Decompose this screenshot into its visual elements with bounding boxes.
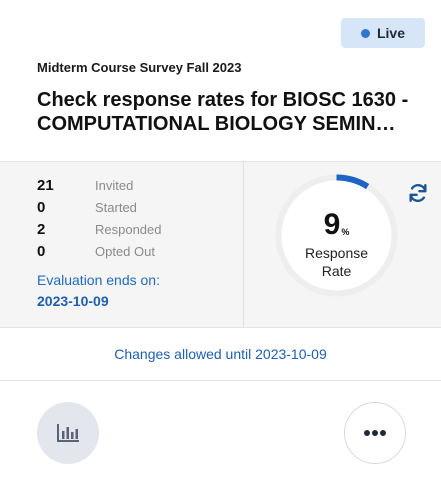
stats-panel: 21 Invited 0 Started 2 Responded 0 Opted… [0,161,441,328]
response-rate-caption-line1: Response [304,245,369,261]
evaluation-ends-label: Evaluation ends on: [37,272,160,288]
stat-label: Started [95,199,137,215]
stats-divider [243,162,244,327]
response-rate-value: 9% [273,208,400,242]
course-title-line2: COMPUTATIONAL BIOLOGY SEMINA… [37,113,399,135]
response-rate-unit: % [341,227,350,237]
bottom-divider [0,380,441,381]
evaluation-ends-date: 2023-10-09 [37,293,109,309]
live-dot-icon [360,28,370,38]
survey-card: Live Midterm Course Survey Fall 2023 Che… [0,0,441,480]
course-title-line1: Check response rates for BIOSC 1630 - [37,89,409,111]
stat-label: Responded [95,221,162,237]
stat-row-opted-out: 0 Opted Out [37,241,155,261]
more-horizontal-icon [364,430,386,436]
changes-allowed-text: Changes allowed until 2023-10-09 [114,346,327,362]
response-rate-caption-line2: Rate [321,263,352,279]
response-rate-caption: Response Rate [273,244,400,280]
view-report-button[interactable] [37,402,99,464]
survey-name: Midterm Course Survey Fall 2023 [37,60,242,75]
stat-row-invited: 21 Invited [37,175,133,195]
status-badge: Live [341,18,425,48]
course-title[interactable]: Check response rates for BIOSC 1630 - CO… [37,88,417,136]
response-rate-number: 9 [323,208,341,241]
stat-value: 21 [37,176,54,194]
status-label: Live [376,25,405,41]
stat-value: 0 [37,242,46,260]
refresh-icon[interactable] [407,182,429,204]
stat-value: 2 [37,220,46,238]
stat-label: Opted Out [95,243,155,259]
response-rate-gauge: 9% Response Rate [273,172,400,299]
stat-label: Invited [95,177,134,193]
more-options-button[interactable] [344,402,406,464]
stat-row-started: 0 Started [37,197,137,217]
stat-value: 0 [37,198,46,216]
bar-chart-icon [57,424,79,442]
stat-row-responded: 2 Responded [37,219,162,239]
